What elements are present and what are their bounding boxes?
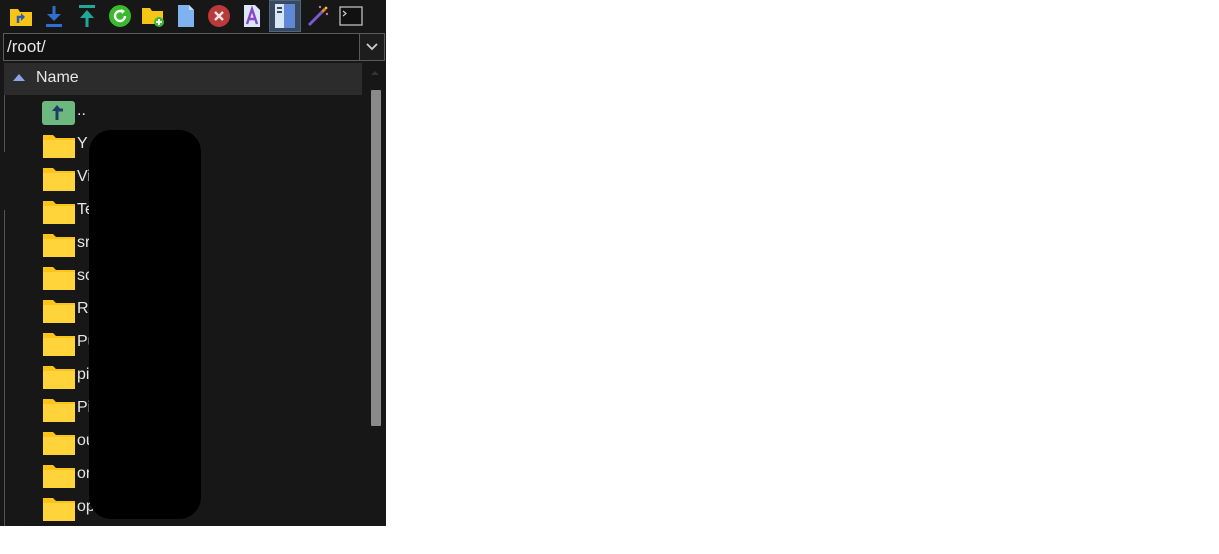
folder-icon (43, 465, 75, 488)
upload-button[interactable] (73, 2, 101, 30)
toolbar (0, 0, 386, 32)
folder-icon (43, 366, 75, 389)
parent-folder-button[interactable] (7, 2, 35, 30)
file-name: pi (77, 366, 90, 383)
refresh-icon (109, 5, 131, 27)
parent-directory-row[interactable]: .. (0, 97, 362, 130)
delete-button[interactable] (205, 2, 233, 30)
path-input[interactable] (4, 34, 362, 60)
file-name: Y (77, 135, 88, 152)
parent-folder-icon (10, 9, 32, 26)
folder-icon (43, 333, 75, 356)
folder-icon (43, 267, 75, 290)
download-button[interactable] (40, 2, 68, 30)
folder-icon (43, 399, 75, 422)
path-bar (3, 33, 385, 61)
new-folder-button[interactable] (139, 2, 167, 30)
folder-icon (43, 168, 75, 191)
folder-icon (43, 201, 75, 224)
chevron-down-icon (366, 43, 378, 51)
sort-ascending-icon (13, 74, 25, 81)
path-dropdown-button[interactable] (359, 34, 384, 60)
vertical-scrollbar[interactable] (367, 66, 383, 526)
new-file-icon (178, 5, 194, 27)
terminal-button[interactable] (337, 2, 365, 30)
new-file-button[interactable] (172, 2, 200, 30)
folder-icon (43, 300, 75, 323)
download-icon (46, 6, 62, 27)
new-folder-icon (142, 8, 164, 27)
upload-icon (79, 5, 95, 27)
scrollbar-thumb[interactable] (371, 90, 381, 426)
folder-icon (43, 432, 75, 455)
rename-button[interactable] (238, 2, 266, 30)
folder-icon (43, 234, 75, 257)
file-name: .. (77, 102, 86, 119)
refresh-button[interactable] (106, 2, 134, 30)
rename-icon (244, 5, 260, 27)
redaction-block (89, 130, 201, 519)
parent-folder-icon (42, 101, 75, 125)
folder-icon (43, 135, 75, 158)
toggle-panel-button[interactable] (269, 0, 301, 32)
toggle-panel-icon (275, 4, 295, 28)
file-browser-panel: Name ..YViTesrscRlPupiPiouorop (0, 0, 386, 526)
column-header-label: Name (36, 69, 79, 86)
terminal-icon (339, 6, 363, 26)
delete-icon (208, 5, 230, 27)
folder-icon (43, 498, 75, 521)
magic-wand-icon (307, 5, 329, 27)
magic-wand-button[interactable] (304, 2, 332, 30)
scroll-up-icon[interactable] (370, 68, 380, 78)
column-header-name[interactable]: Name (4, 63, 362, 95)
